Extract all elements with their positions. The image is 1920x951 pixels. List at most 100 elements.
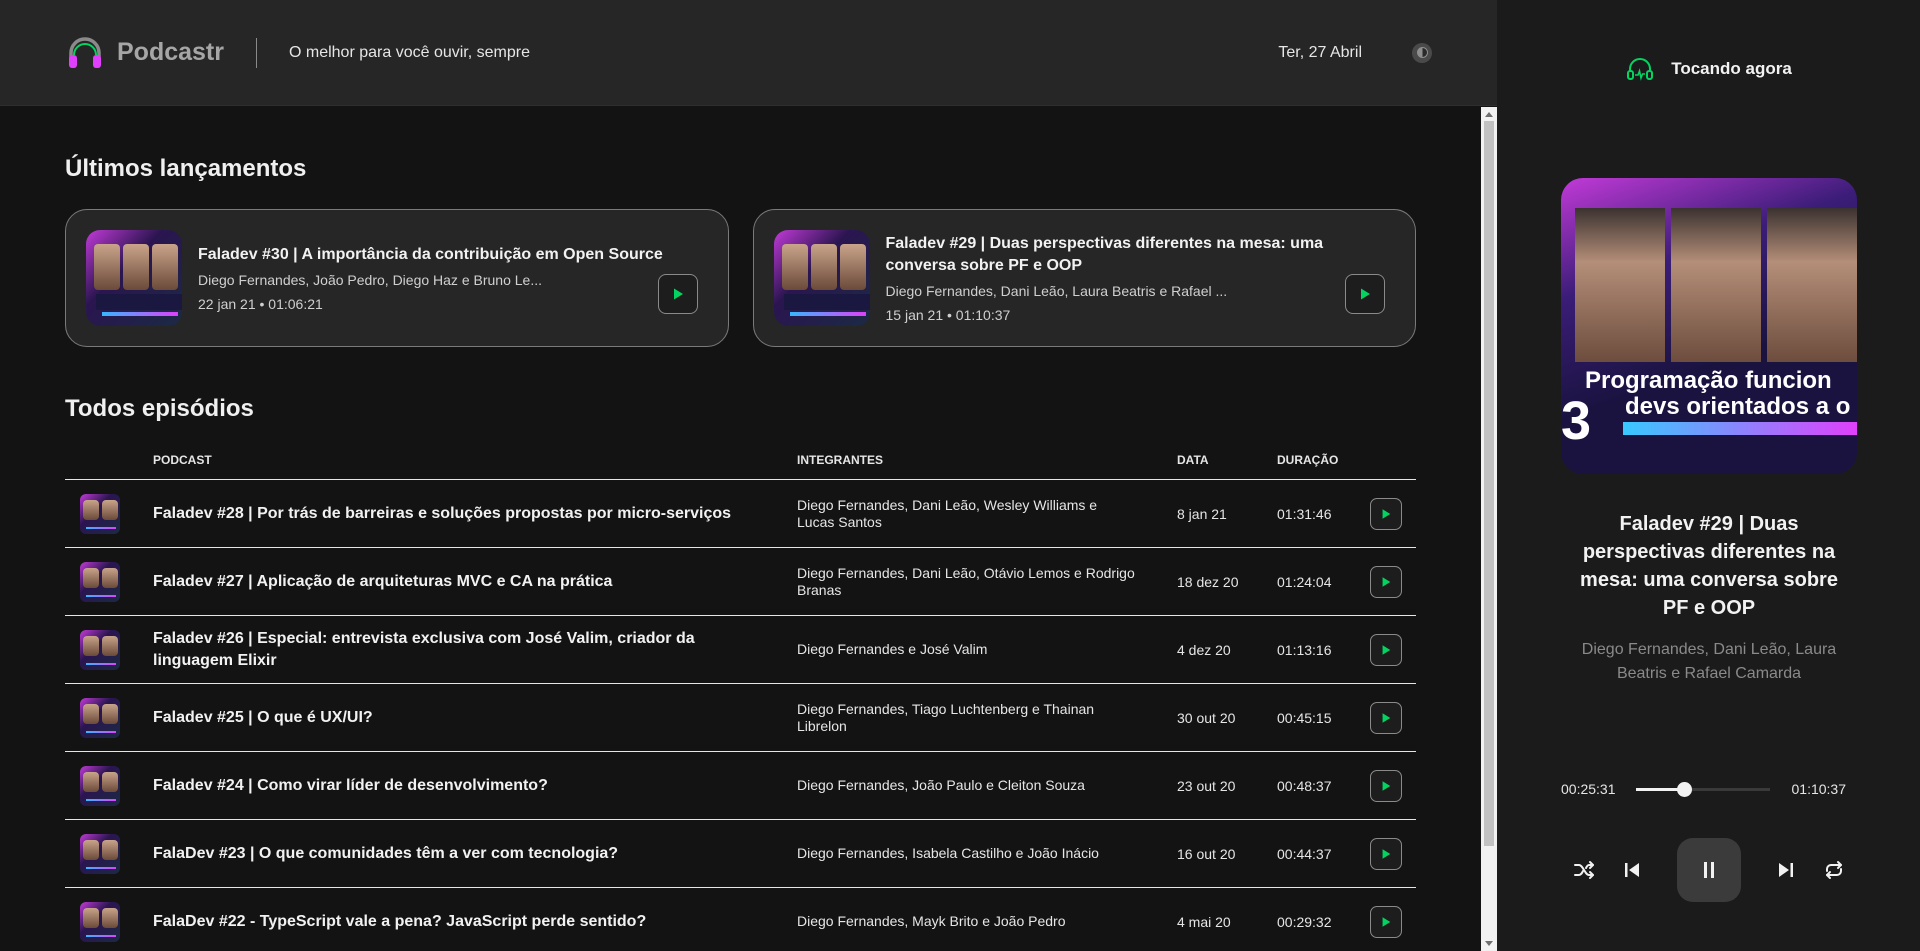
row-members: Diego Fernandes, Isabela Castilho e João… xyxy=(797,819,1177,888)
previous-button[interactable] xyxy=(1621,859,1643,881)
table-row: FalaDev #23 | O que comunidades têm a ve… xyxy=(65,819,1416,888)
play-button[interactable] xyxy=(1370,701,1402,734)
row-action-cell xyxy=(1370,547,1416,616)
row-title-link[interactable]: Faladev #26 | Especial: entrevista exclu… xyxy=(153,615,797,684)
pause-button[interactable] xyxy=(1676,838,1741,902)
row-title-link[interactable]: Faladev #25 | O que é UX/UI? xyxy=(153,683,797,752)
col-thumb xyxy=(65,453,153,480)
episode-meta: 22 jan 21 • 01:06:21 xyxy=(198,296,323,312)
row-title-link[interactable]: Faladev #28 | Por trás de barreiras e so… xyxy=(153,479,797,548)
now-playing-header: Tocando agora xyxy=(1497,54,1920,84)
row-title-link[interactable]: Faladev #27 | Aplicação de arquiteturas … xyxy=(153,547,797,616)
play-button[interactable] xyxy=(1370,837,1402,870)
content: Últimos lançamentos Faladev #30 | A impo… xyxy=(0,107,1481,951)
episode-thumbnail[interactable] xyxy=(80,901,120,942)
app-name: Podcastr xyxy=(117,38,224,66)
theme-toggle-button[interactable] xyxy=(1412,42,1432,63)
play-button[interactable] xyxy=(1370,497,1402,530)
current-date: Ter, 27 Abril xyxy=(1278,43,1362,61)
scrollbar[interactable] xyxy=(1481,107,1497,951)
episode-thumbnail[interactable] xyxy=(80,493,120,534)
table-row: Faladev #26 | Especial: entrevista exclu… xyxy=(65,615,1416,684)
episode-thumbnail[interactable] xyxy=(80,629,120,670)
progress-bar[interactable]: 00:25:31 01:10:37 xyxy=(1561,781,1857,797)
row-members: Diego Fernandes, Tiago Luchtenberg e Tha… xyxy=(797,683,1177,752)
play-button[interactable] xyxy=(1370,565,1402,598)
episode-thumbnail[interactable] xyxy=(80,561,120,602)
player-episode-title: Faladev #29 | Duas perspectivas diferent… xyxy=(1580,513,1838,619)
pause-icon xyxy=(1703,862,1714,878)
scroll-down-arrow[interactable] xyxy=(1485,941,1493,946)
row-duration: 00:45:15 xyxy=(1277,683,1370,752)
episode-title-link[interactable]: Faladev #29 | Duas perspectivas diferent… xyxy=(886,233,1396,277)
main-area: Podcastr O melhor para você ouvir, sempr… xyxy=(0,0,1497,951)
progress-handle[interactable] xyxy=(1676,781,1692,797)
play-button[interactable] xyxy=(1370,633,1402,666)
row-action-cell xyxy=(1370,887,1416,951)
next-button[interactable] xyxy=(1775,859,1797,881)
player-episode-members: Diego Fernandes, Dani Leão, Laura Beatri… xyxy=(1581,641,1837,682)
row-action-cell xyxy=(1370,819,1416,888)
row-thumbnail-cell xyxy=(65,547,153,616)
row-duration: 00:44:37 xyxy=(1277,819,1370,888)
table-row: FalaDev #22 - TypeScript vale a pena? Ja… xyxy=(65,887,1416,951)
episode-thumbnail[interactable] xyxy=(86,230,182,326)
row-action-cell xyxy=(1370,479,1416,548)
row-duration: 01:31:46 xyxy=(1277,479,1370,548)
row-title-link[interactable]: FalaDev #23 | O que comunidades têm a ve… xyxy=(153,819,797,888)
col-date: Data xyxy=(1177,453,1277,480)
row-title-link[interactable]: Faladev #24 | Como virar líder de desenv… xyxy=(153,751,797,820)
col-podcast: Podcast xyxy=(153,453,797,480)
episode-thumbnail[interactable] xyxy=(80,697,120,738)
episode-members: Diego Fernandes, Dani Leão, Laura Beatri… xyxy=(885,283,1228,299)
shuffle-icon xyxy=(1573,861,1594,879)
episode-thumbnail[interactable] xyxy=(80,833,120,874)
scrollbar-thumb[interactable] xyxy=(1484,121,1494,846)
play-icon xyxy=(1361,288,1370,300)
repeat-button[interactable] xyxy=(1823,859,1845,881)
scroll-up-arrow[interactable] xyxy=(1485,112,1493,117)
row-thumbnail-cell xyxy=(65,479,153,548)
latest-card[interactable]: Faladev #30 | A importância da contribui… xyxy=(65,209,729,347)
row-members: Diego Fernandes e José Valim xyxy=(797,615,1177,684)
play-icon xyxy=(1382,916,1391,927)
play-button[interactable] xyxy=(1345,274,1385,314)
skip-next-icon xyxy=(1778,863,1793,877)
row-thumbnail-cell xyxy=(65,683,153,752)
logo[interactable]: Podcastr xyxy=(65,33,224,73)
row-thumbnail-cell xyxy=(65,887,153,951)
row-title-link[interactable]: FalaDev #22 - TypeScript vale a pena? Ja… xyxy=(153,887,797,951)
row-duration: 01:13:16 xyxy=(1277,615,1370,684)
play-button[interactable] xyxy=(1370,905,1402,938)
half-moon-icon xyxy=(1416,47,1428,58)
skip-previous-icon xyxy=(1624,863,1639,877)
episode-members: Diego Fernandes, João Pedro, Diego Haz e… xyxy=(198,272,542,288)
episodes-table: Podcast Integrantes Data Duração Faladev… xyxy=(65,453,1416,951)
row-thumbnail-cell xyxy=(65,751,153,820)
episode-title-link[interactable]: Faladev #30 | A importância da contribui… xyxy=(198,244,708,266)
cover-line-2: devs orientados a o xyxy=(1625,393,1851,420)
row-duration: 00:48:37 xyxy=(1277,751,1370,820)
latest-heading: Últimos lançamentos xyxy=(65,155,307,182)
play-button[interactable] xyxy=(657,274,698,314)
headphones-pulse-icon xyxy=(1627,58,1654,81)
row-duration: 01:24:04 xyxy=(1277,547,1370,616)
row-date: 23 out 20 xyxy=(1177,751,1277,820)
row-date: 16 out 20 xyxy=(1177,819,1277,888)
app: Podcastr O melhor para você ouvir, sempr… xyxy=(0,0,1920,951)
player-controls xyxy=(1497,838,1920,902)
episode-thumbnail[interactable] xyxy=(773,230,870,326)
header: Podcastr O melhor para você ouvir, sempr… xyxy=(0,0,1497,106)
shuffle-button[interactable] xyxy=(1573,859,1595,881)
progress-track[interactable] xyxy=(1635,781,1770,797)
row-members: Diego Fernandes, João Paulo e Cleiton So… xyxy=(797,751,1177,820)
episode-cover: 3 Programação funcion devs orientados a … xyxy=(1561,178,1857,474)
episode-thumbnail[interactable] xyxy=(80,765,120,806)
tagline: O melhor para você ouvir, sempre xyxy=(288,43,530,61)
latest-card[interactable]: Faladev #29 | Duas perspectivas diferent… xyxy=(752,209,1416,347)
row-thumbnail-cell xyxy=(65,819,153,888)
table-row: Faladev #24 | Como virar líder de desenv… xyxy=(65,751,1416,820)
play-button[interactable] xyxy=(1370,769,1402,802)
row-date: 8 jan 21 xyxy=(1177,479,1277,548)
play-icon xyxy=(1382,576,1391,587)
